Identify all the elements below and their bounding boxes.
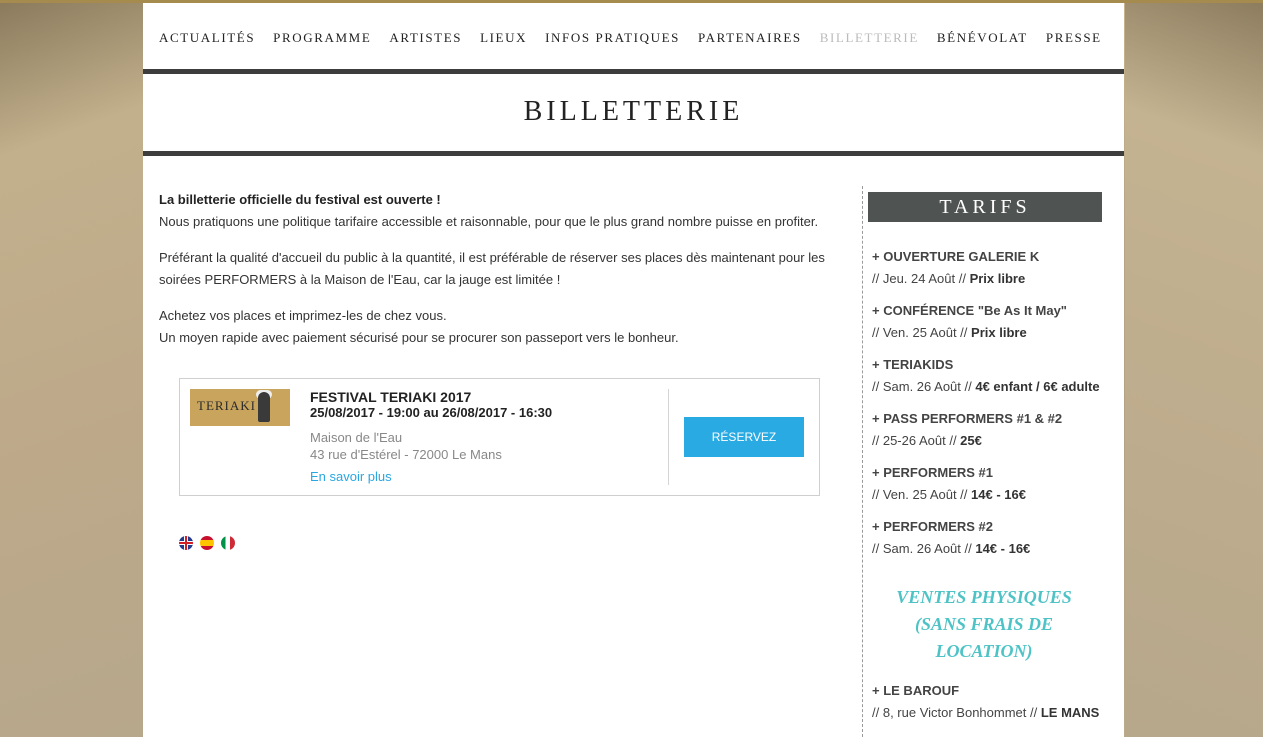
event-more-link[interactable]: En savoir plus [310, 469, 392, 484]
tarif-item: + TERIAKIDS // Sam. 26 Août // 4€ enfant… [872, 354, 1112, 408]
thumbnail-label: TERIAKI [197, 398, 256, 413]
tarif-detail: // Sam. 26 Août // 14€ - 16€ [872, 538, 1112, 560]
language-flags [179, 536, 235, 550]
nav-item-lieux[interactable]: LIEUX [480, 30, 527, 46]
tarif-item: + CONFÉRENCE "Be As It May" // Ven. 25 A… [872, 300, 1112, 354]
reserve-button[interactable]: RÉSERVEZ [684, 417, 804, 457]
intro-policy-text: Nous pratiquons une politique tarifaire … [159, 214, 819, 229]
intro-paragraph-3: Achetez vos places et imprimez-les de ch… [159, 305, 839, 349]
intro-paragraph-2: Préférant la qualité d'accueil du public… [159, 250, 825, 287]
tarifs-heading: TARIFS [868, 192, 1102, 222]
tarif-detail: // Jeu. 24 Août // Prix libre [872, 268, 1112, 290]
thumbnail-figure [258, 392, 270, 422]
tarif-item: + OUVERTURE GALERIE K // Jeu. 24 Août //… [872, 246, 1112, 300]
background-right [1125, 0, 1263, 737]
nav-item-presse[interactable]: PRESSE [1046, 30, 1102, 46]
event-venue: Maison de l'Eau [310, 430, 403, 445]
barouf-name: + LE BAROUF [872, 683, 960, 698]
event-title: FESTIVAL TERIAKI 2017 [310, 389, 472, 405]
header-divider-top [143, 69, 1124, 74]
event-thumbnail[interactable]: TERIAKI [190, 389, 290, 426]
tarif-date: // Ven. 25 Août // [872, 325, 972, 340]
intro-headline: La billetterie officielle du festival es… [159, 192, 441, 207]
page-container: ACTUALITÉS PROGRAMME ARTISTES LIEUX INFO… [143, 3, 1124, 737]
event-dates: 25/08/2017 - 19:00 au 26/08/2017 - 16:30 [310, 405, 553, 420]
barouf-item: + LE BAROUF // 8, rue Victor Bonhommet /… [872, 680, 1112, 724]
tarif-price: Prix libre [969, 271, 1026, 286]
event-divider [668, 389, 669, 485]
tarif-price: 4€ enfant / 6€ adulte [975, 379, 1100, 394]
tarif-name: + TERIAKIDS [872, 357, 954, 372]
tarif-date: // Sam. 26 Août // [872, 379, 976, 394]
event-address: 43 rue d'Estérel - 72000 Le Mans [310, 447, 502, 462]
flag-es-icon[interactable] [200, 536, 214, 550]
nav-item-programme[interactable]: PROGRAMME [273, 30, 371, 46]
event-location: Maison de l'Eau 43 rue d'Estérel - 72000… [310, 429, 502, 463]
page-title: BILLETTERIE [523, 96, 744, 127]
barouf-city: LE MANS [1040, 705, 1100, 720]
tarif-item: + PERFORMERS #1 // Ven. 25 Août // 14€ -… [872, 462, 1112, 516]
nav-item-partenaires[interactable]: PARTENAIRES [698, 30, 802, 46]
tarif-date: // Ven. 25 Août // [872, 487, 972, 502]
barouf-address: // 8, rue Victor Bonhommet // [872, 705, 1041, 720]
tarif-date: // Jeu. 24 Août // [872, 271, 970, 286]
tarif-price: 14€ - 16€ [975, 541, 1031, 556]
intro-paragraph-1: La billetterie officielle du festival es… [159, 189, 839, 233]
nav-item-benevolat[interactable]: BÉNÉVOLAT [937, 30, 1028, 46]
tarifs-list: + OUVERTURE GALERIE K // Jeu. 24 Août //… [872, 246, 1112, 570]
tarif-price: 25€ [960, 433, 982, 448]
intro-buy-text: Achetez vos places et imprimez-les de ch… [159, 308, 447, 323]
tarif-date: // Sam. 26 Août // [872, 541, 976, 556]
tarif-detail: // 25-26 Août // 25€ [872, 430, 1112, 452]
tarif-name: + CONFÉRENCE "Be As It May" [872, 303, 1067, 318]
tarif-price: 14€ - 16€ [971, 487, 1026, 502]
tarif-name: + OUVERTURE GALERIE K [872, 249, 1040, 264]
nav-item-actualites[interactable]: ACTUALITÉS [159, 30, 255, 46]
nav-item-artistes[interactable]: ARTISTES [389, 30, 462, 46]
tarif-price: Prix libre [971, 325, 1027, 340]
tarif-item: + PASS PERFORMERS #1 & #2 // 25-26 Août … [872, 408, 1112, 462]
barouf-detail: // 8, rue Victor Bonhommet // LE MANS [872, 702, 1112, 724]
flag-it-icon[interactable] [221, 536, 235, 550]
ventes-line-1: VENTES PHYSIQUES [896, 587, 1072, 607]
tarif-name: + PERFORMERS #1 [872, 465, 994, 480]
intro-text: La billetterie officielle du festival es… [159, 189, 839, 363]
tarif-detail: // Ven. 25 Août // 14€ - 16€ [872, 484, 1112, 506]
flag-uk-icon[interactable] [179, 536, 193, 550]
main-nav: ACTUALITÉS PROGRAMME ARTISTES LIEUX INFO… [159, 30, 1120, 46]
tarif-detail: // Ven. 25 Août // Prix libre [872, 322, 1112, 344]
tarif-name: + PERFORMERS #2 [872, 519, 994, 534]
nav-item-infos-pratiques[interactable]: INFOS PRATIQUES [545, 30, 680, 46]
ventes-line-3: LOCATION) [935, 641, 1033, 661]
nav-item-billetterie[interactable]: BILLETTERIE [820, 30, 919, 46]
event-card: TERIAKI FESTIVAL TERIAKI 2017 25/08/2017… [179, 378, 820, 496]
sidebar-divider [862, 186, 863, 737]
tarif-detail: // Sam. 26 Août // 4€ enfant / 6€ adulte [872, 376, 1112, 398]
tarif-date: // 25-26 Août // [872, 433, 961, 448]
background-left [0, 0, 143, 737]
ventes-line-2: (SANS FRAIS DE [914, 614, 1054, 634]
tarif-item: + PERFORMERS #2 // Sam. 26 Août // 14€ -… [872, 516, 1112, 570]
intro-secure-text: Un moyen rapide avec paiement sécurisé p… [159, 330, 679, 345]
ventes-physiques-heading: VENTES PHYSIQUES (SANS FRAIS DE LOCATION… [869, 584, 1099, 665]
header-divider-bottom [143, 151, 1124, 156]
tarif-name: + PASS PERFORMERS #1 & #2 [872, 411, 1063, 426]
